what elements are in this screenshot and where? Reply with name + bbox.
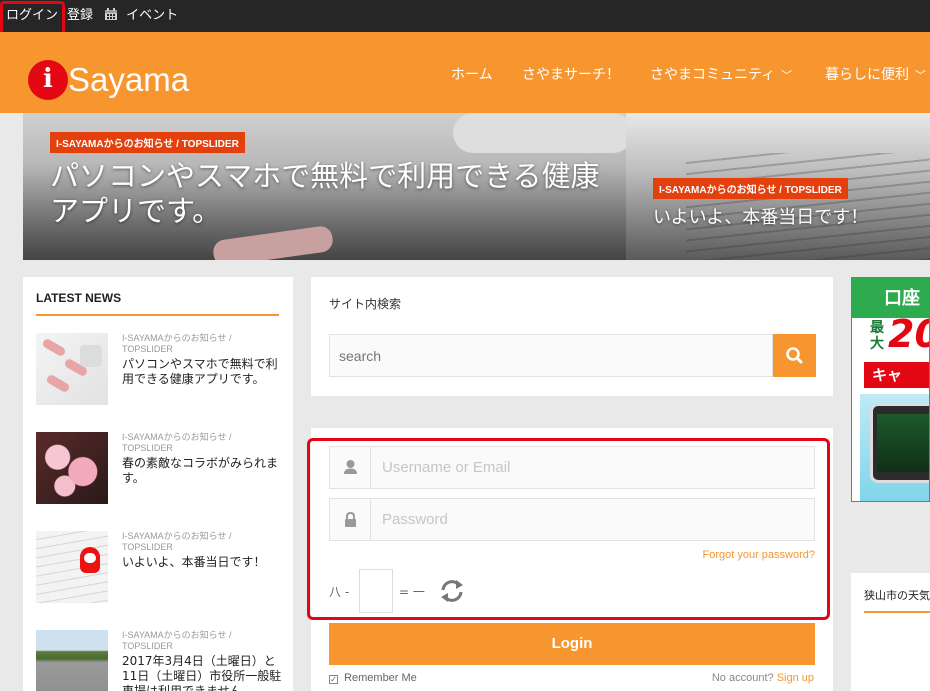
hero-main-tag[interactable]: I-SAYAMAからのお知らせ / TOPSLIDER <box>50 132 245 153</box>
news-category-line2: TOPSLIDER <box>122 344 173 354</box>
news-category-line2: TOPSLIDER <box>122 542 173 552</box>
ad-text-2: 最大 <box>870 320 884 352</box>
ad-number: 20 <box>888 312 929 356</box>
news-thumbnail[interactable] <box>36 531 108 603</box>
news-category-line1: I-SAYAMAからのお知らせ / <box>122 432 232 442</box>
phone-screen <box>877 414 929 472</box>
latest-news-heading: LATEST NEWS <box>36 291 122 305</box>
hero-slide-side[interactable]: I-SAYAMAからのお知らせ / TOPSLIDER いよいよ、本番当日です！ <box>626 113 930 260</box>
weather-widget-title: 狭山市の天気 <box>864 589 930 602</box>
news-thumbnail[interactable] <box>36 333 108 405</box>
username-input[interactable] <box>372 447 812 488</box>
hero-image-detail <box>453 113 626 153</box>
news-category-line1: I-SAYAMAからのお知らせ / <box>122 630 232 640</box>
latest-news-panel: LATEST NEWS I-SAYAMAからのお知らせ / TOPSLIDER パ… <box>23 277 293 691</box>
lock-icon <box>330 499 371 540</box>
news-category[interactable]: I-SAYAMAからのお知らせ / TOPSLIDER <box>122 630 282 652</box>
news-category-line1: I-SAYAMAからのお知らせ / <box>122 333 232 343</box>
hero-main-title[interactable]: パソコンやスマホで無料で利用できる健康 アプリです。 <box>50 159 600 229</box>
news-category-line2: TOPSLIDER <box>122 641 173 651</box>
nav-living-label: 暮らしに便利 <box>825 67 909 83</box>
search-icon <box>786 347 803 364</box>
no-account-label: No account? <box>711 672 774 684</box>
list-item[interactable]: I-SAYAMAからのお知らせ / TOPSLIDER 春の素敵なコラボがみられま… <box>36 432 286 512</box>
captcha-operand: 八 - <box>329 585 350 599</box>
remember-me-label: Remember Me <box>344 672 417 684</box>
hero-main-title-line2: アプリです。 <box>50 194 222 228</box>
no-account-row: No account? Sign up <box>712 672 814 684</box>
news-thumbnail[interactable] <box>36 630 108 691</box>
user-icon <box>330 447 371 488</box>
search-label: サイト内検索 <box>329 297 402 311</box>
news-category[interactable]: I-SAYAMAからのお知らせ / TOPSLIDER <box>122 333 282 355</box>
username-field[interactable] <box>329 446 815 489</box>
checkbox-icon[interactable]: ✓ <box>329 675 338 684</box>
captcha-result: = 一 <box>399 585 425 599</box>
register-link[interactable]: 登録 <box>67 0 93 32</box>
captcha-input[interactable] <box>359 569 393 613</box>
weather-widget: 狭山市の天気 <box>851 573 930 691</box>
site-header: i Sayama ホーム さやまサーチ！ さやまコミュニティ ﹀ 暮らしに便利 ﹀ <box>0 32 930 113</box>
hero-side-tag[interactable]: I-SAYAMAからのお知らせ / TOPSLIDER <box>653 178 848 199</box>
site-search-panel: サイト内検索 <box>311 277 833 396</box>
signup-link[interactable]: Sign up <box>777 672 814 684</box>
divider <box>36 314 279 316</box>
hero-side-title[interactable]: いよいよ、本番当日です！ <box>653 206 868 230</box>
nav-community-label: さやまコミュニティ <box>650 67 776 83</box>
nav-home[interactable]: ホーム <box>451 64 493 84</box>
news-category[interactable]: I-SAYAMAからのお知らせ / TOPSLIDER <box>122 531 282 553</box>
news-thumbnail[interactable] <box>36 432 108 504</box>
search-button[interactable] <box>773 334 816 377</box>
logo-text: Sayama <box>68 61 190 98</box>
login-button[interactable]: Login <box>329 623 815 665</box>
chevron-down-icon: ﹀ <box>915 69 926 82</box>
list-item[interactable]: I-SAYAMAからのお知らせ / TOPSLIDER いよいよ、本番当日です！ <box>36 531 286 611</box>
events-link[interactable]: イベント <box>104 0 178 32</box>
phone-image <box>870 403 929 483</box>
news-title[interactable]: 2017年3月4日（土曜日）と11日（土曜日）市役所一般駐車場は利用できません。 <box>122 654 282 691</box>
news-title[interactable]: パソコンやスマホで無料で利用できる健康アプリです。 <box>122 357 282 387</box>
list-item[interactable]: I-SAYAMAからのお知らせ / TOPSLIDER 2017年3月4日（土曜日… <box>36 630 286 691</box>
nav-sayama-community[interactable]: さやまコミュニティ ﹀ <box>650 64 792 84</box>
nav-sayama-search[interactable]: さやまサーチ！ <box>522 64 620 84</box>
remember-me-row[interactable]: ✓ Remember Me <box>329 672 417 684</box>
password-input[interactable] <box>372 499 812 540</box>
password-field[interactable] <box>329 498 815 541</box>
hero-slide-main[interactable]: I-SAYAMAからのお知らせ / TOPSLIDER パソコンやスマホで無料で… <box>23 113 626 260</box>
hero-image <box>211 224 335 260</box>
news-category-line2: TOPSLIDER <box>122 443 173 453</box>
news-title[interactable]: 春の素敵なコラボがみられます。 <box>122 456 282 486</box>
nav-living[interactable]: 暮らしに便利 ﹀ <box>825 64 926 84</box>
refresh-icon[interactable] <box>439 579 465 603</box>
forgot-password-link[interactable]: Forgot your password? <box>703 549 816 561</box>
admin-top-bar: ログイン 登録 イベント <box>0 0 930 32</box>
ad-text-3: キャ <box>864 362 929 388</box>
login-link[interactable]: ログイン <box>6 0 58 32</box>
news-category-line1: I-SAYAMAからのお知らせ / <box>122 531 232 541</box>
hero-main-title-line1: パソコンやスマホで無料で利用できる健康 <box>50 159 600 193</box>
divider <box>864 611 930 613</box>
ad-text-1: 口座 <box>884 288 920 309</box>
calendar-icon <box>105 8 117 20</box>
search-input[interactable] <box>329 334 773 377</box>
news-category[interactable]: I-SAYAMAからのお知らせ / TOPSLIDER <box>122 432 282 454</box>
logo-i-icon: i <box>43 64 53 94</box>
chevron-down-icon: ﹀ <box>781 69 793 82</box>
list-item[interactable]: I-SAYAMAからのお知らせ / TOPSLIDER パソコンやスマホで無料で利… <box>36 333 286 413</box>
events-label: イベント <box>126 8 179 23</box>
news-title[interactable]: いよいよ、本番当日です！ <box>122 555 282 570</box>
ad-banner[interactable]: 口座 最大 20 キャ <box>851 277 930 502</box>
